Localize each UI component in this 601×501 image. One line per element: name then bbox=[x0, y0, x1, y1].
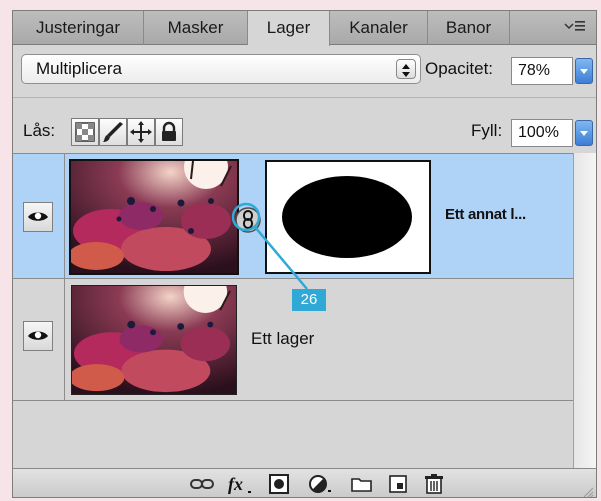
callout-leader-line bbox=[231, 202, 308, 290]
callout-badge: 26 bbox=[292, 289, 326, 311]
